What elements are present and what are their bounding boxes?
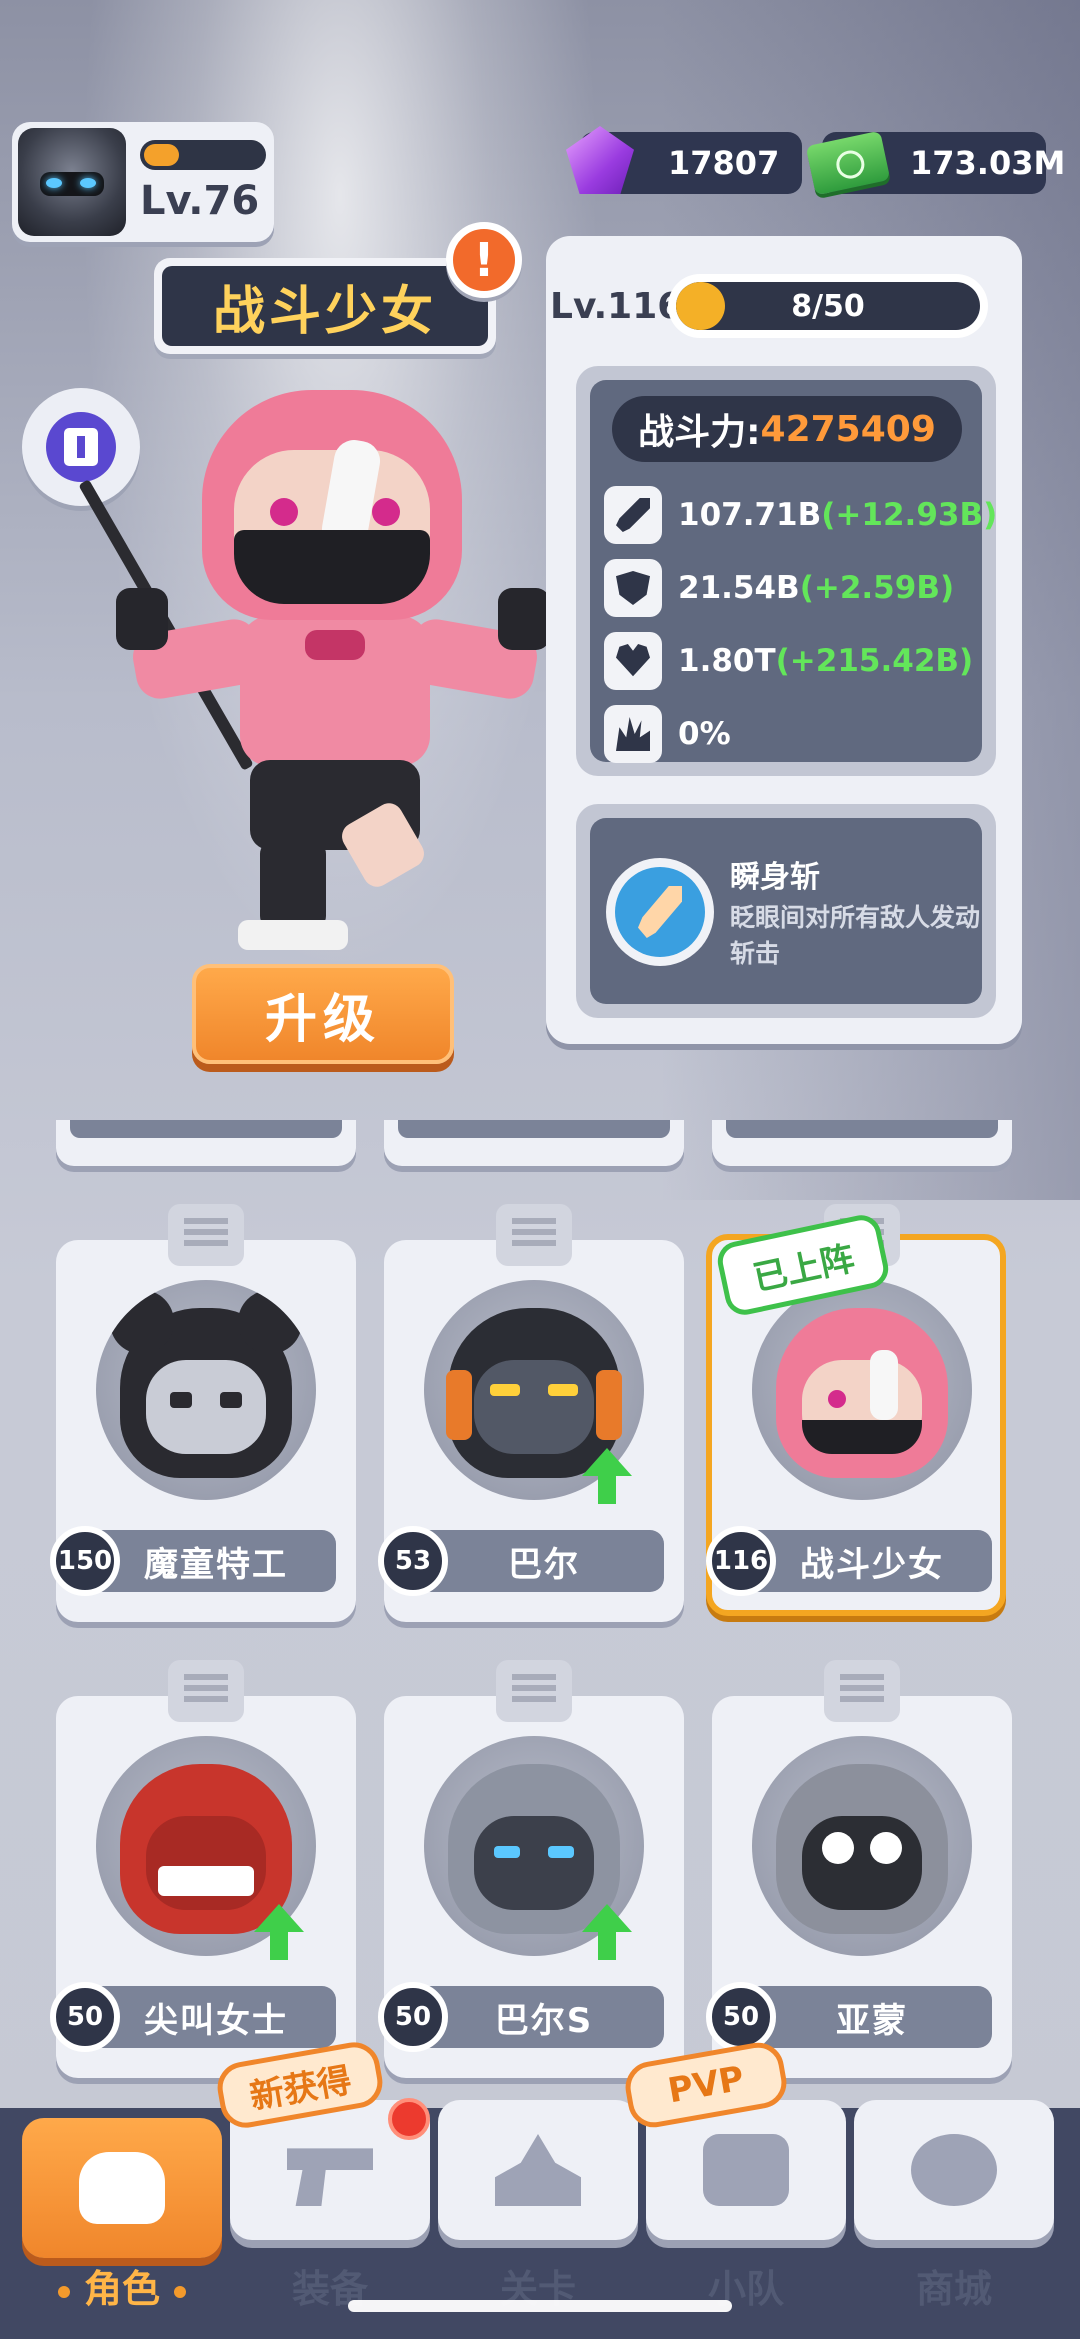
skill-name: 瞬身斩 xyxy=(730,860,820,895)
map-pin-icon xyxy=(495,2134,581,2206)
player-xp-bar xyxy=(140,140,266,170)
skill-description: 眨眼间对所有敌人发动斩击 xyxy=(730,903,981,968)
character-level: 150 xyxy=(50,1526,120,1596)
heart-icon xyxy=(604,632,662,690)
home-indicator xyxy=(348,2300,732,2312)
defense-value: 21.54B xyxy=(678,570,800,606)
character-level: 116 xyxy=(706,1526,776,1596)
character-portrait xyxy=(96,1280,316,1500)
hero-name: 战斗少女 xyxy=(162,266,488,346)
character-card-partial xyxy=(712,1120,1012,1166)
stat-row-defense: 21.54B(+2.59B) xyxy=(604,557,954,619)
combat-power-value: 4275409 xyxy=(760,408,936,450)
notification-dot xyxy=(388,2098,430,2140)
shield-icon xyxy=(604,559,662,617)
character-portrait xyxy=(752,1280,972,1500)
character-card[interactable]: 魔童特工 150 xyxy=(50,1204,356,1622)
nav-label-characters: 角色 xyxy=(22,2258,222,2313)
attack-bonus: (+12.93B) xyxy=(821,497,998,533)
hero-level-progress: 8/50 xyxy=(668,274,988,338)
power-box: 战斗力: 4275409 107.71B(+12.93B) 21.54B(+2.5… xyxy=(576,366,997,776)
alert-icon[interactable]: ! xyxy=(446,222,522,298)
hero-stats-panel: Lv.116 8/50 战斗力: 4275409 107.71B(+12.93B)… xyxy=(546,236,1022,1044)
cash-amount: 173.03M xyxy=(910,144,1066,182)
shirt-icon xyxy=(46,412,116,482)
combat-power-label: 战斗力: xyxy=(638,412,761,453)
character-card-selected[interactable]: 已上阵 战斗少女 116 xyxy=(706,1204,1006,1616)
character-card[interactable]: 巴尔 53 xyxy=(378,1204,684,1622)
hero-level-progress-text: 8/50 xyxy=(791,288,865,324)
gem-icon xyxy=(566,126,634,194)
hero-level: Lv.116 xyxy=(550,286,683,327)
nav-label-shop: 商城 xyxy=(915,2267,992,2311)
skull-icon xyxy=(79,2152,165,2224)
gem-amount: 17807 xyxy=(668,144,780,182)
nav-tab-characters[interactable] xyxy=(22,2118,222,2258)
team-icon xyxy=(703,2134,789,2206)
character-card-partial xyxy=(56,1120,356,1166)
stat-row-attack: 107.71B(+12.93B) xyxy=(604,484,997,546)
character-level: 50 xyxy=(706,1982,776,2052)
character-level: 53 xyxy=(378,1526,448,1596)
character-level: 50 xyxy=(50,1982,120,2052)
attack-value: 107.71B xyxy=(678,497,822,533)
crit-value: 0% xyxy=(678,716,731,752)
nav-tab-shop[interactable] xyxy=(854,2100,1054,2240)
upgrade-button[interactable]: 升级 xyxy=(192,964,454,1064)
shop-icon xyxy=(911,2134,997,2206)
burst-icon xyxy=(604,705,662,763)
health-bonus: (+215.42B) xyxy=(775,643,974,679)
hero-name-plate: 战斗少女 xyxy=(154,258,496,354)
combat-power: 战斗力: 4275409 xyxy=(612,396,962,462)
health-value: 1.80T xyxy=(678,643,776,679)
character-portrait xyxy=(752,1736,972,1956)
skill-icon xyxy=(606,858,714,966)
gun-icon xyxy=(287,2148,373,2206)
character-card-partial xyxy=(384,1120,684,1166)
player-avatar xyxy=(18,128,126,236)
sword-icon xyxy=(604,486,662,544)
cash-counter[interactable]: 173.03M xyxy=(805,130,1065,196)
character-card[interactable]: 亚蒙 50 xyxy=(706,1660,1012,2078)
character-card[interactable]: 巴尔S 50 xyxy=(378,1660,684,2078)
player-profile[interactable]: Lv.76 xyxy=(12,122,274,242)
skill-box[interactable]: 瞬身斩 眨眼间对所有敌人发动斩击 xyxy=(576,804,996,1018)
character-level: 50 xyxy=(378,1982,448,2052)
defense-bonus: (+2.59B) xyxy=(799,570,955,606)
gem-counter[interactable]: 17807 xyxy=(566,126,802,194)
hero-model xyxy=(78,380,550,950)
stat-row-crit: 0% xyxy=(604,703,731,765)
stat-row-health: 1.80T(+215.42B) xyxy=(604,630,973,692)
character-card[interactable]: 尖叫女士 50 xyxy=(50,1660,356,2078)
player-level: Lv.76 xyxy=(140,178,260,224)
nav-tab-stages[interactable] xyxy=(438,2100,638,2240)
